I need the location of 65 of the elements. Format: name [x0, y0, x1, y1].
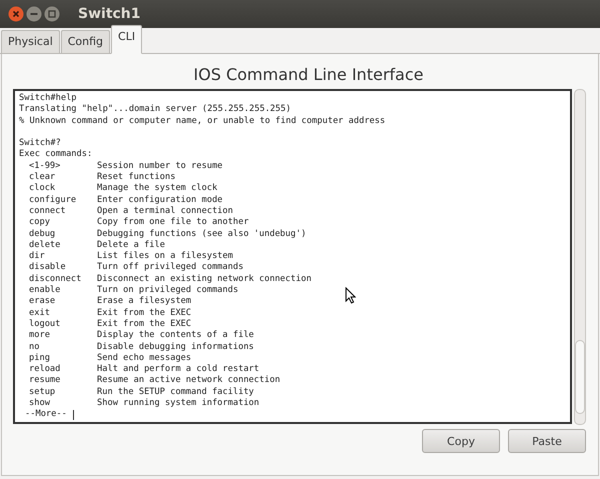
close-icon[interactable]	[8, 6, 24, 22]
action-button[interactable]: Copy	[422, 429, 500, 453]
command-name: debug	[29, 228, 56, 240]
tab[interactable]: Physical	[1, 30, 60, 53]
terminal-line: Translating "help"...domain server (255.255.255.255)	[19, 104, 292, 116]
maximize-icon[interactable]	[44, 6, 60, 22]
command-name: no	[29, 342, 40, 353]
terminal-line: % Unknown command or computer name, or unable to find computer address	[19, 116, 386, 127]
command-description: Turn on privileged commands	[97, 285, 238, 296]
command-description: Enter configuration mode	[97, 194, 223, 206]
command-name: dir	[29, 251, 46, 262]
scrollbar[interactable]	[574, 89, 586, 425]
terminal-line: Exec commands:	[19, 149, 94, 161]
command-name: copy	[29, 217, 51, 229]
command-name: show	[29, 398, 51, 410]
terminal-line: Switch#?	[19, 138, 62, 149]
terminal-output[interactable]	[13, 89, 572, 424]
command-description: Disable debugging informations	[97, 342, 254, 353]
command-description: Erase a filesystem	[97, 296, 192, 308]
command-name: disable	[29, 262, 67, 274]
command-description: Exit from the EXEC	[97, 318, 192, 330]
command-description: Resume an active network connection	[97, 375, 280, 387]
window-title: Switch1	[78, 6, 141, 22]
command-name: clock	[29, 183, 56, 195]
command-description: Display the contents of a file	[97, 330, 254, 342]
command-description: Run the SETUP command facility	[97, 386, 254, 398]
tab[interactable]: Config	[60, 30, 110, 53]
command-description: Copy from one file to another	[97, 217, 249, 229]
command-description: Halt and perform a cold restart	[97, 364, 260, 375]
command-description: Manage the system clock	[97, 183, 218, 195]
command-description: Open a terminal connection	[97, 206, 233, 217]
tab[interactable]: CLI	[111, 25, 142, 54]
minimize-icon[interactable]	[26, 6, 42, 22]
command-name: more	[29, 330, 51, 342]
command-description: Session number to resume	[97, 160, 223, 172]
command-name: logout	[29, 318, 62, 330]
command-description: Show running system information	[97, 398, 260, 410]
command-name: ping	[29, 352, 51, 364]
command-description: Reset functions	[97, 172, 176, 183]
command-description: Debugging functions (see also 'undebug')	[97, 228, 306, 240]
command-description: Exit from the EXEC	[97, 308, 192, 319]
command-description: Turn off privileged commands	[97, 262, 244, 274]
command-name: disconnect	[29, 274, 82, 285]
command-name: resume	[29, 375, 62, 387]
command-name: connect	[29, 206, 67, 218]
action-button[interactable]: Paste	[508, 429, 586, 453]
command-name: configure	[29, 194, 78, 206]
panel-heading: IOS Command Line Interface	[192, 64, 424, 86]
command-name: delete	[29, 240, 62, 251]
terminal-line: Switch#help	[19, 93, 78, 104]
command-description: List files on a filesystem	[97, 251, 233, 262]
command-description: Disconnect an existing network connection	[97, 274, 312, 285]
mouse-pointer-icon	[345, 287, 356, 304]
command-description: Delete a file	[97, 240, 165, 251]
command-name: erase	[29, 296, 56, 308]
command-name: <1-99>	[29, 160, 62, 172]
command-name: setup	[29, 386, 56, 398]
command-name: exit	[29, 308, 51, 319]
text-cursor	[72, 410, 74, 420]
command-name: enable	[29, 285, 62, 296]
more-prompt: --More--	[25, 409, 67, 421]
scrollbar-thumb[interactable]	[575, 340, 585, 414]
command-name: reload	[29, 364, 62, 376]
command-description: Send echo messages	[97, 352, 192, 364]
command-name: clear	[29, 172, 56, 183]
